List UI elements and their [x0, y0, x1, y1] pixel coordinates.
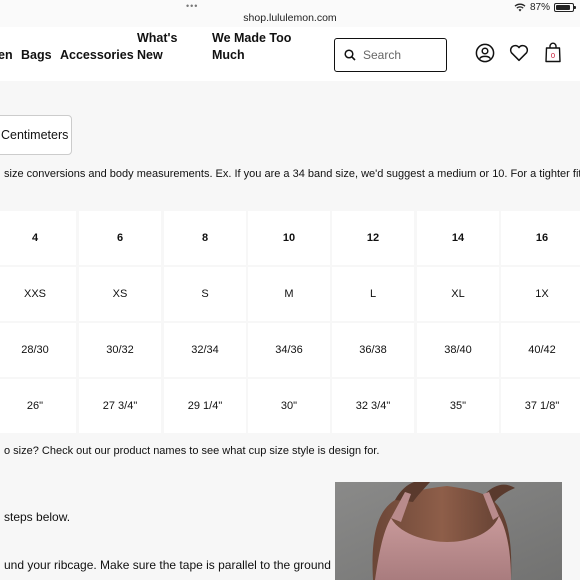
table-cell: 27 3/4"	[79, 379, 161, 433]
size-header-cell: 10	[248, 211, 330, 265]
shopping-bag-icon[interactable]: 0	[545, 41, 561, 63]
cup-size-help-text: o size? Check out our product names to s…	[4, 445, 380, 457]
model-wearing-bra-image	[335, 482, 562, 580]
nav-item-bags[interactable]: Bags	[21, 47, 52, 64]
table-cell: 38/40	[417, 323, 499, 377]
site-header: en Bags Accessories What's New We Made T…	[0, 27, 580, 81]
nav-item-accessories[interactable]: Accessories	[60, 47, 134, 64]
measure-steps-text: steps below.	[4, 510, 71, 524]
table-cell: 30"	[248, 379, 330, 433]
tab-handle-dots[interactable]: •••	[186, 2, 198, 11]
nav-item-we-made-too-much[interactable]: We Made Too Much	[212, 30, 312, 64]
table-cell: 40/42	[501, 323, 580, 377]
wishlist-heart-icon[interactable]	[509, 44, 529, 62]
centimeters-button[interactable]: Centimeters	[0, 115, 72, 155]
table-cell: 32/34	[164, 323, 246, 377]
table-cell: 26"	[0, 379, 76, 433]
table-cell: XL	[417, 267, 499, 321]
account-icon[interactable]	[475, 43, 495, 63]
table-cell: 30/32	[79, 323, 161, 377]
table-cell: L	[332, 267, 414, 321]
status-indicators: 87%	[514, 2, 576, 13]
table-cell: 37 1/8"	[501, 379, 580, 433]
size-header-cell: 4	[0, 211, 76, 265]
table-cell: 35"	[417, 379, 499, 433]
size-header-cell: 12	[332, 211, 414, 265]
table-cell: 28/30	[0, 323, 76, 377]
ribcage-instruction-text: und your ribcage. Make sure the tape is …	[4, 558, 331, 572]
table-cell: 32 3/4"	[332, 379, 414, 433]
search-input[interactable]: Search	[334, 38, 447, 72]
size-header-cell: 8	[164, 211, 246, 265]
model-illustration	[335, 482, 562, 580]
search-placeholder: Search	[363, 48, 402, 62]
table-cell: 29 1/4"	[164, 379, 246, 433]
size-header-cell: 14	[417, 211, 499, 265]
battery-percentage: 87%	[529, 2, 550, 13]
address-bar-url[interactable]: shop.lululemon.com	[0, 12, 580, 24]
table-cell: 34/36	[248, 323, 330, 377]
search-icon	[344, 49, 356, 61]
nav-item-women[interactable]: en	[0, 47, 13, 64]
table-cell: M	[248, 267, 330, 321]
battery-icon	[554, 3, 576, 12]
table-cell: 1X	[501, 267, 580, 321]
status-bar: ••• shop.lululemon.com 87%	[0, 0, 580, 27]
size-guide-intro-text: size conversions and body measurements. …	[4, 168, 580, 180]
table-cell: 36/38	[332, 323, 414, 377]
table-cell: XS	[79, 267, 161, 321]
nav-item-whats-new[interactable]: What's New	[137, 30, 187, 64]
centimeters-label: Centimeters	[1, 128, 69, 142]
wifi-icon	[514, 3, 526, 12]
table-cell: XXS	[0, 267, 76, 321]
table-cell: S	[164, 267, 246, 321]
cart-count: 0	[551, 51, 555, 60]
size-header-cell: 6	[79, 211, 161, 265]
size-header-cell: 16	[501, 211, 580, 265]
